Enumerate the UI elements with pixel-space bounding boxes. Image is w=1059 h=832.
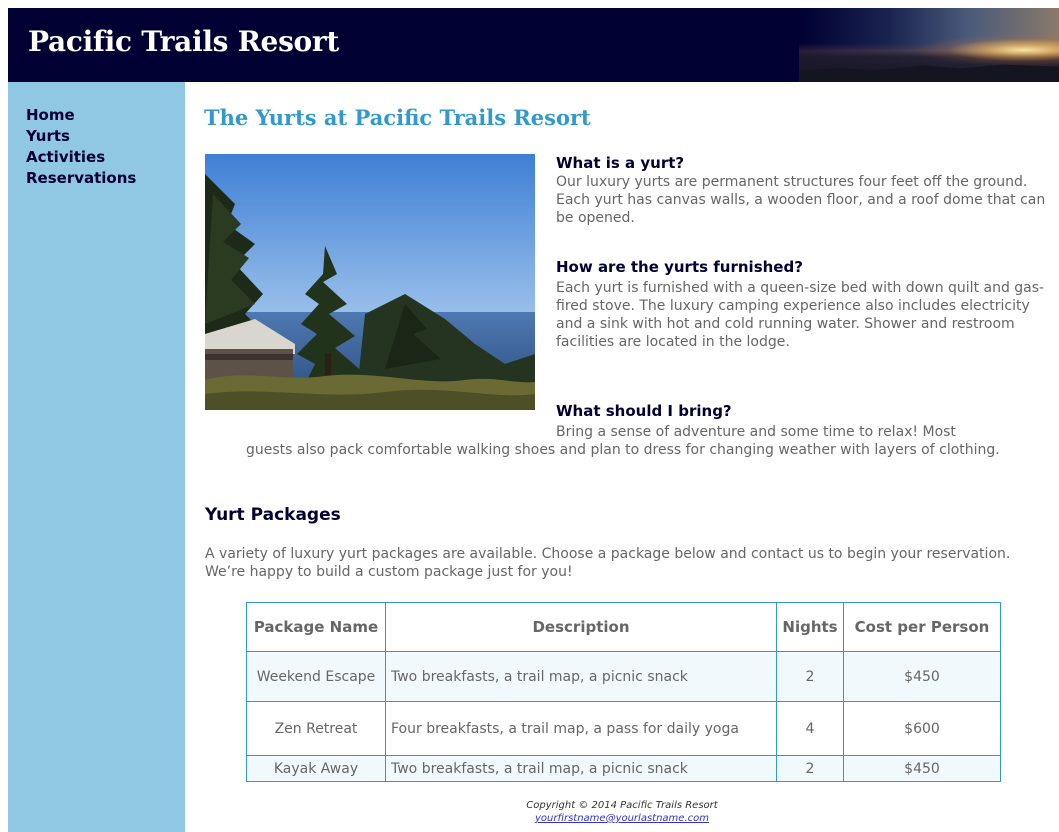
cell-package-name: Kayak Away xyxy=(246,755,386,782)
faq-question-furnished: How are the yurts furnished? xyxy=(556,258,803,276)
packages-heading: Yurt Packages xyxy=(205,505,341,525)
column-header-cost: Cost per Person xyxy=(843,602,1001,652)
packages-intro: A variety of luxury yurt packages are av… xyxy=(205,546,1011,580)
cell-package-name: Weekend Escape xyxy=(246,651,386,702)
faq-question-what-to-bring: What should I bring? xyxy=(556,402,732,420)
sidebar-nav: Home Yurts Activities Reservations xyxy=(8,82,185,832)
table-row: Kayak Away Two breakfasts, a trail map, … xyxy=(246,755,1001,782)
cell-nights: 2 xyxy=(776,651,844,702)
faq-question-what-is-yurt: What is a yurt? xyxy=(556,154,685,172)
nav-link-yurts[interactable]: Yurts xyxy=(26,126,136,147)
table-row: Weekend Escape Two breakfasts, a trail m… xyxy=(246,651,1001,702)
footer-email-link[interactable]: yourfirstname@yourlastname.com xyxy=(535,813,709,824)
cell-nights: 2 xyxy=(776,755,844,782)
cell-package-name: Zen Retreat xyxy=(246,701,386,756)
cell-description: Two breakfasts, a trail map, a picnic sn… xyxy=(385,755,777,782)
faq-answer-what-to-bring-line2: guests also pack comfortable walking sho… xyxy=(246,442,1000,458)
cell-cost: $450 xyxy=(843,755,1001,782)
page: Pacific Trails Resort Home Yurts Activit… xyxy=(0,0,1059,832)
cell-description: Two breakfasts, a trail map, a picnic sn… xyxy=(385,651,777,702)
yurt-photo-illustration xyxy=(205,154,535,410)
page-title: The Yurts at Pacific Trails Resort xyxy=(204,105,591,130)
cell-description: Four breakfasts, a trail map, a pass for… xyxy=(385,701,777,756)
cell-cost: $600 xyxy=(843,701,1001,756)
nav-link-activities[interactable]: Activities xyxy=(26,147,136,168)
table-row: Zen Retreat Four breakfasts, a trail map… xyxy=(246,701,1001,756)
faq-answer-what-is-yurt: Our luxury yurts are permanent structure… xyxy=(556,174,1046,226)
site-header: Pacific Trails Resort xyxy=(8,8,1059,82)
cell-nights: 4 xyxy=(776,701,844,756)
yurt-photo xyxy=(205,154,535,410)
faq-answer-furnished: Each yurt is furnished with a queen-size… xyxy=(556,280,1045,350)
nav-list: Home Yurts Activities Reservations xyxy=(26,105,136,189)
nav-link-reservations[interactable]: Reservations xyxy=(26,168,136,189)
cell-cost: $450 xyxy=(843,651,1001,702)
nav-link-home[interactable]: Home xyxy=(26,105,136,126)
packages-table: Package Name Description Nights Cost per… xyxy=(246,602,1001,782)
footer-copyright: Copyright © 2014 Pacific Trails Resort xyxy=(526,800,718,811)
column-header-package-name: Package Name xyxy=(246,602,386,652)
faq-answer-what-to-bring-line1: Bring a sense of adventure and some time… xyxy=(556,424,956,440)
site-title: Pacific Trails Resort xyxy=(28,25,339,58)
column-header-description: Description xyxy=(385,602,777,652)
column-header-nights: Nights xyxy=(776,602,844,652)
site-footer: Copyright © 2014 Pacific Trails Resort y… xyxy=(185,799,1059,825)
table-header-row: Package Name Description Nights Cost per… xyxy=(246,602,1001,652)
